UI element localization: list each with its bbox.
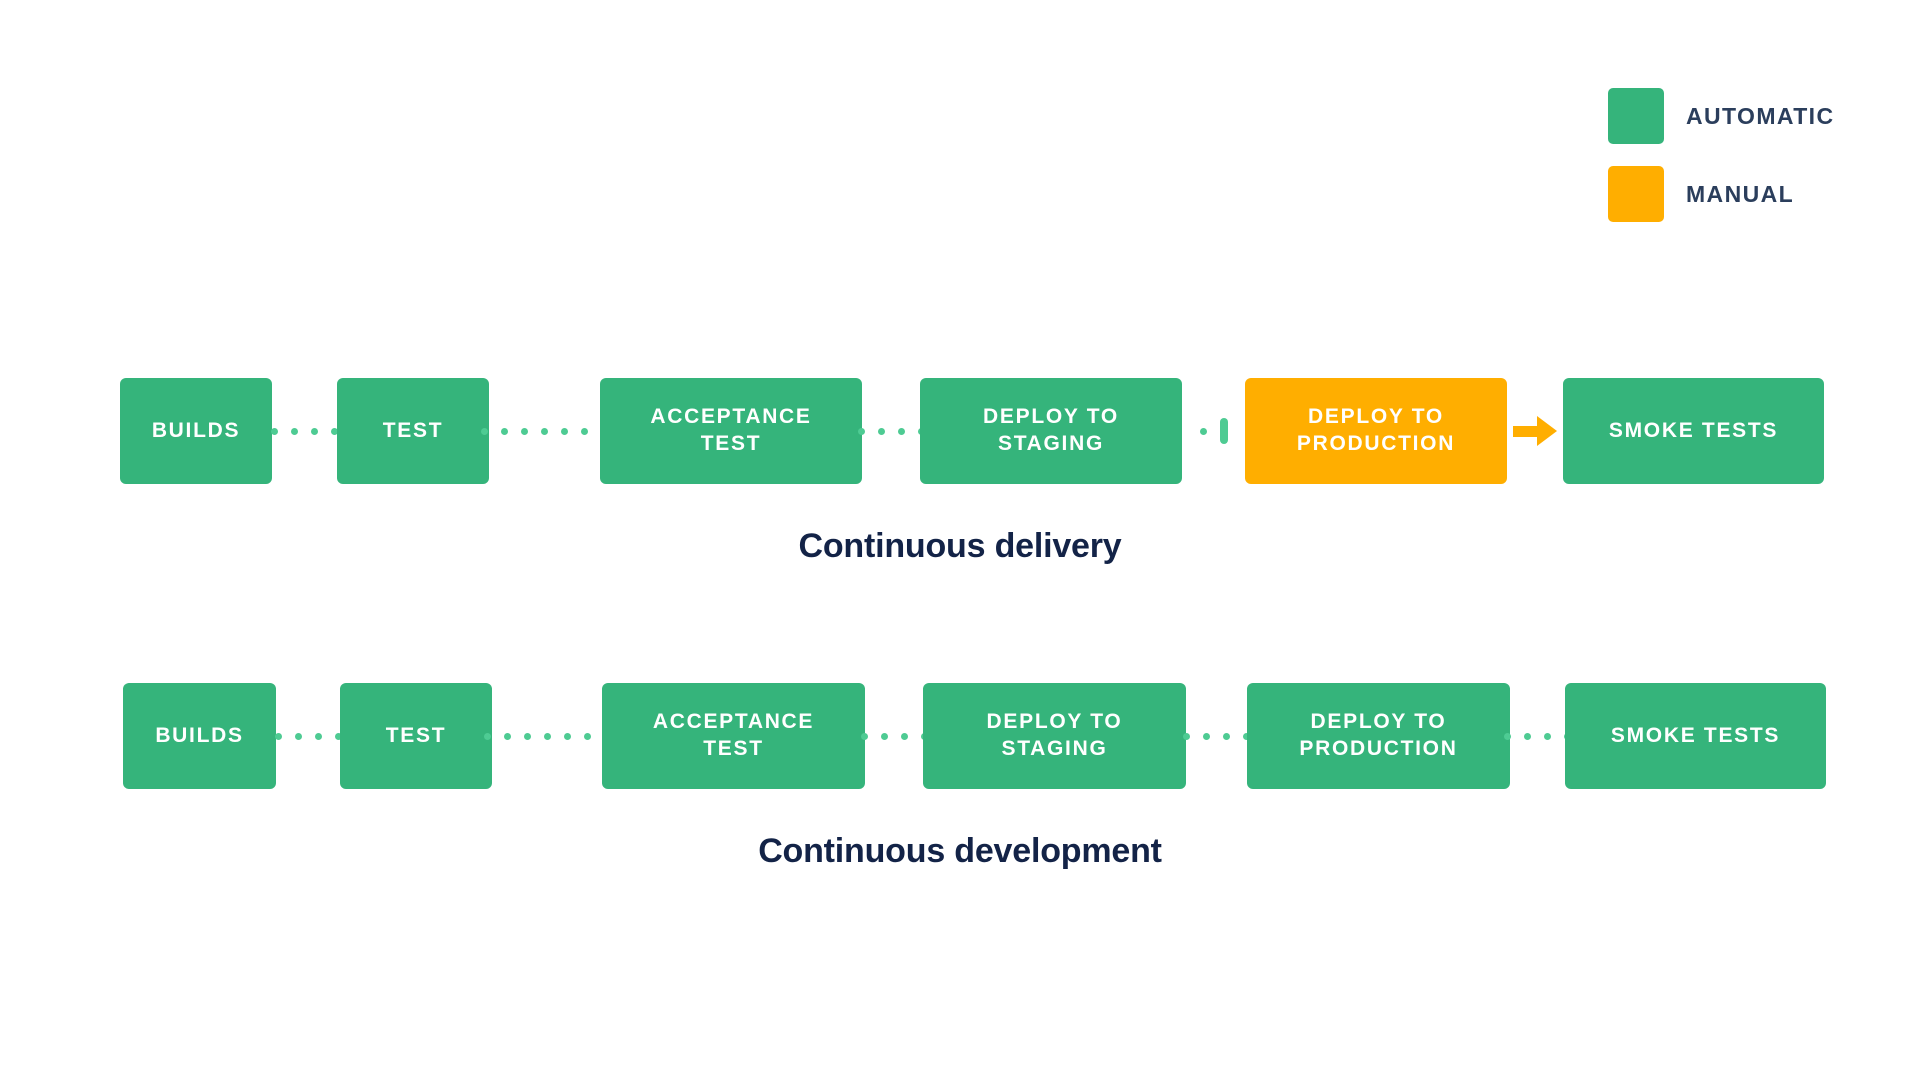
pipeline-connector-dotted [481, 378, 608, 484]
legend: AUTOMATIC MANUAL [1608, 88, 1834, 222]
pipeline-continuous-development: BUILDS TEST ACCEPTANCE TEST DEPLOY TO STAGING… [0, 683, 1920, 789]
connector-dot-icon [563, 732, 571, 740]
connector-dot-icon [877, 427, 885, 435]
pipeline-node[interactable]: ACCEPTANCE TEST [600, 378, 862, 484]
arrow-head-icon [1537, 416, 1557, 446]
connector-dot-icon [521, 427, 528, 435]
connector-dot-icon [294, 732, 302, 740]
connector-dot-icon [503, 732, 511, 740]
connector-dot-icon [271, 427, 278, 435]
pipeline-node[interactable]: DEPLOY TO PRODUCTION [1247, 683, 1510, 789]
pipeline-node[interactable]: SMOKE TESTS [1563, 378, 1824, 484]
legend-label-manual: MANUAL [1686, 180, 1795, 207]
connector-dot-icon [274, 732, 282, 740]
connector-dot-icon [857, 427, 865, 435]
connector-dot-icon [583, 732, 591, 740]
pipeline-connector-dotted [1183, 683, 1250, 789]
connector-dot-icon [541, 427, 548, 435]
pipeline-connector-dotted [1182, 378, 1245, 484]
connector-dot-icon [860, 732, 868, 740]
pipeline-node[interactable]: BUILDS [123, 683, 276, 789]
connector-dot-icon [291, 427, 298, 435]
pipeline-connector-dotted [857, 378, 925, 484]
connector-dot-icon [1544, 732, 1551, 740]
pipeline-connector-dotted [274, 683, 342, 789]
pipeline-node[interactable]: ACCEPTANCE TEST [602, 683, 865, 789]
pipeline-connector-dotted [1504, 683, 1571, 789]
connector-dot-icon [523, 732, 531, 740]
connector-dot-icon [543, 732, 551, 740]
connector-dot-icon [311, 427, 318, 435]
legend-item-automatic: AUTOMATIC [1608, 88, 1834, 144]
connector-dot-icon [314, 732, 322, 740]
connector-dot-icon [1504, 732, 1511, 740]
caption-continuous-development: Continuous development [758, 832, 1162, 870]
pipeline-node[interactable]: TEST [340, 683, 492, 789]
legend-item-manual: MANUAL [1608, 166, 1834, 222]
connector-dot-icon [561, 427, 568, 435]
pipeline-node[interactable]: TEST [337, 378, 489, 484]
pipeline-node[interactable]: DEPLOY TO STAGING [920, 378, 1182, 484]
connector-dot-icon [880, 732, 888, 740]
arrow-shaft-icon [1513, 425, 1537, 437]
connector-dot-icon [1199, 427, 1207, 435]
pipeline-node[interactable]: DEPLOY TO STAGING [923, 683, 1186, 789]
caption-continuous-delivery: Continuous delivery [798, 527, 1122, 565]
connector-dot-icon [1203, 732, 1210, 740]
connector-dot-icon [481, 427, 488, 435]
connector-dash-icon [1219, 418, 1228, 444]
connector-dot-icon [483, 732, 491, 740]
pipeline-node[interactable]: SMOKE TESTS [1565, 683, 1826, 789]
connector-dot-icon [900, 732, 908, 740]
connector-dot-icon [1183, 732, 1190, 740]
connector-dot-icon [501, 427, 508, 435]
pipeline-node[interactable]: BUILDS [120, 378, 272, 484]
pipeline-connector-arrow [1507, 378, 1563, 484]
pipeline-node[interactable]: DEPLOY TO PRODUCTION [1245, 378, 1507, 484]
connector-dot-icon [1524, 732, 1531, 740]
connector-dot-icon [897, 427, 905, 435]
pipeline-connector-dotted [271, 378, 338, 484]
legend-swatch-manual-icon [1608, 166, 1664, 222]
legend-label-automatic: AUTOMATIC [1686, 102, 1835, 129]
connector-dot-icon [581, 427, 588, 435]
pipeline-connector-dotted [483, 683, 611, 789]
pipeline-connector-dotted [860, 683, 928, 789]
pipeline-continuous-delivery: BUILDS TEST ACCEPTANCE TEST DEPLOY TO STAGING… [0, 378, 1920, 484]
connector-dot-icon [1223, 732, 1230, 740]
legend-swatch-automatic-icon [1608, 88, 1664, 144]
